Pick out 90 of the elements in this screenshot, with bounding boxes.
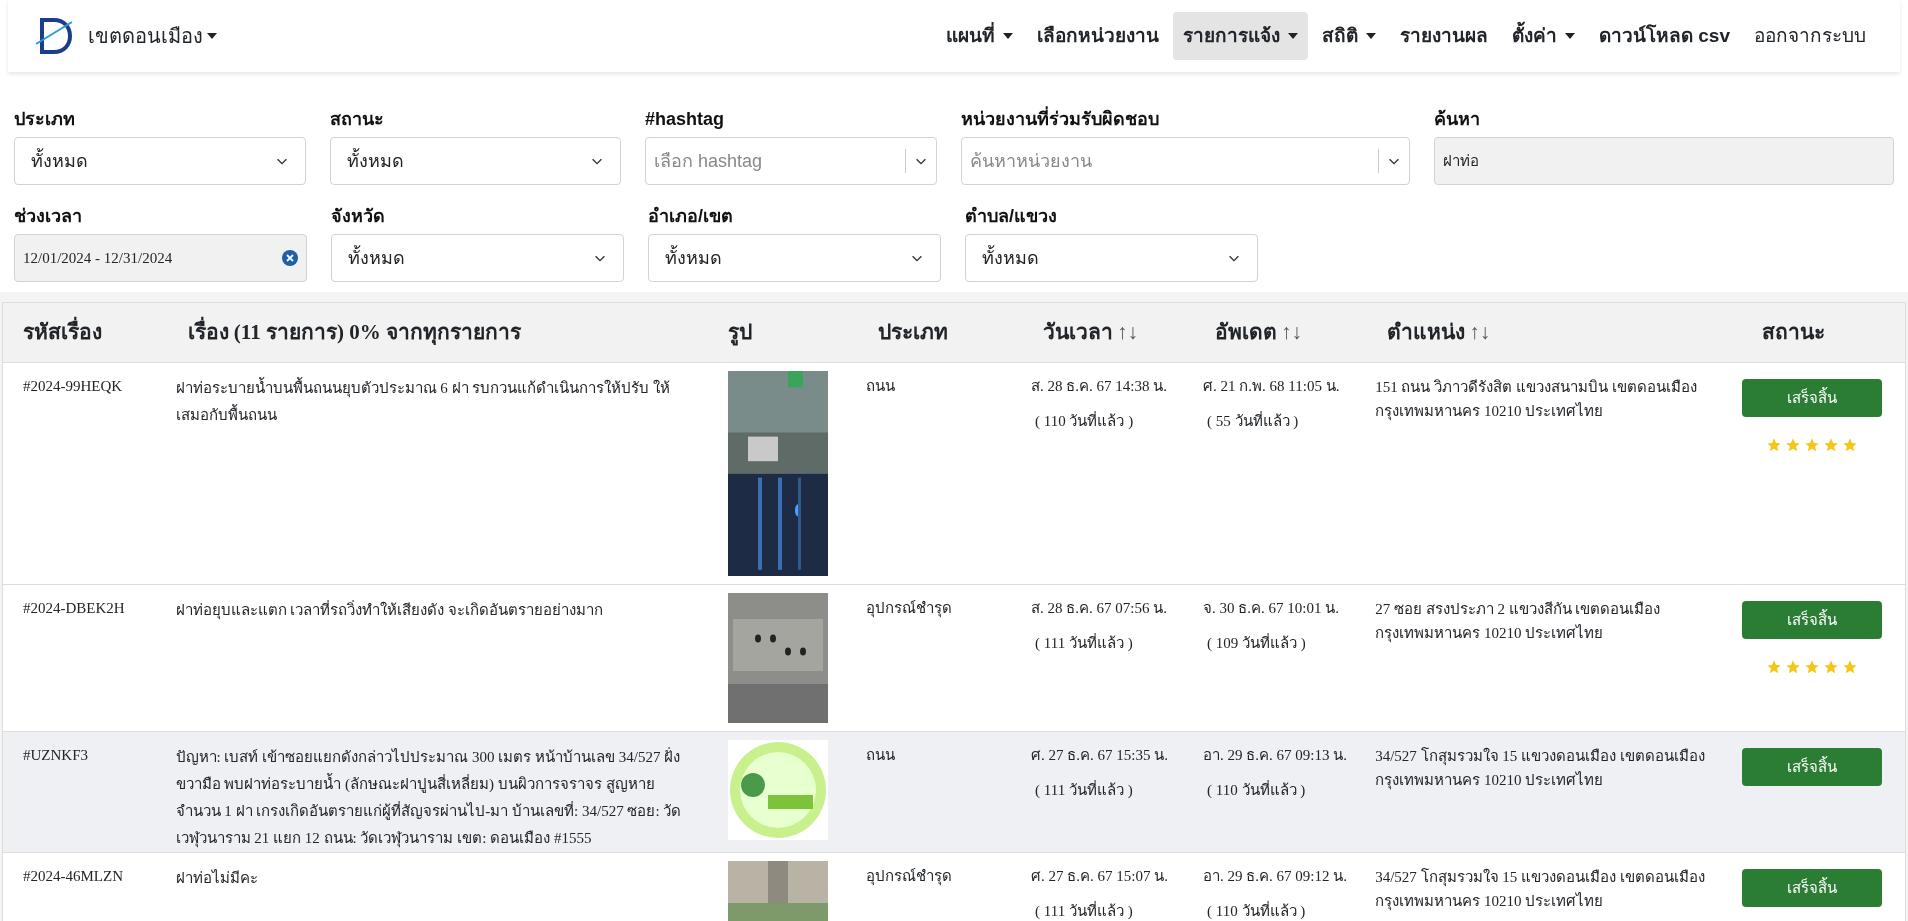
status-button[interactable]: เสร็จสิ้น	[1742, 869, 1883, 907]
star-icon	[1842, 437, 1859, 453]
brand-dropdown[interactable]: เขตดอนเมือง	[88, 21, 217, 51]
clear-icon[interactable]	[282, 250, 298, 266]
nav-item[interactable]: แผนที่	[936, 12, 1023, 60]
column-header[interactable]: ตำแหน่ง ↑↓	[1387, 316, 1491, 349]
report-type: อุปกรณ์ชำรุด	[865, 868, 952, 884]
star-icon	[1766, 437, 1783, 453]
filter-label: ช่วงเวลา	[14, 205, 83, 228]
star-icon	[1842, 659, 1859, 675]
report-id: #2024-DBEK2H	[23, 600, 125, 616]
report-id: #2024-99HEQK	[23, 378, 123, 394]
sort-icon[interactable]: ↑↓	[1469, 316, 1491, 349]
location-text: 27 ซอย สรงประภา 2 แขวงสีกัน เขตดอนเมือง กรุงเทพมหานคร 10210 ประเทศไทย	[1375, 601, 1661, 641]
filter-label: ประเภท	[14, 108, 76, 131]
star-icon	[1766, 659, 1783, 675]
sort-icon[interactable]: ↑↓	[1117, 316, 1138, 349]
elapsed-text: ( 111 วันที่แล้ว )	[1035, 632, 1134, 653]
combo-field[interactable]: เลือก hashtag	[645, 137, 937, 185]
report-type: ถนน	[865, 378, 895, 394]
report-title: ปัญหา: เบสท์ เข้าซอยแยกดังกล่าวไปประมาณ 300 เมตร หน้าบ้านเลข 34/527 ฝั่งขวามือ พบฝาท่อระบายน้ำ (ลักษณะฝาปูนสี่เหลี่ยม) บนผิวการจราจร สูญหาย จำนวน 1 ฝา เกรงเกิดอันตรายแก่ผู้ที่สัญจรผ่านไป-มา บ้านเลขที่: 34/527 ซอย: วัดเวฬุวนาราม 21 แยก 12 ถนน: วัดเวฬุวนาราม เขต: ดอนเมือง #1555	[175, 749, 682, 846]
select-field[interactable]: ทั้งหมด	[965, 234, 1258, 282]
report-type: อุปกรณ์ชำรุด	[865, 600, 952, 616]
updated-date: จ. 30 ธ.ค. 67 10:01 น.	[1203, 599, 1340, 618]
nav-item[interactable]: ออกจากระบบ	[1744, 12, 1876, 60]
filter-label: สถานะ	[329, 108, 385, 131]
filter-label: ตำบล/แขวง	[965, 205, 1058, 228]
column-header: รูป	[727, 318, 752, 348]
nav-item[interactable]: ตั้งค่า	[1502, 12, 1585, 60]
location-text: 151 ถนน วิภาวดีรังสิต แขวงสนามบิน เขตดอนเมือง กรุงเทพมหานคร 10210 ประเทศไทย	[1375, 379, 1697, 419]
star-icon	[1785, 659, 1802, 675]
column-header: สถานะ	[1762, 318, 1826, 346]
nav-item[interactable]: ดาวน์โหลด csv	[1589, 12, 1740, 60]
filter-label: หน่วยงานที่ร่วมรับผิดชอบ	[960, 106, 1411, 133]
elapsed-text: ( 55 วันที่แล้ว )	[1207, 410, 1300, 431]
caret-icon	[207, 33, 217, 39]
report-date: ศ. 27 ธ.ค. 67 15:35 น.	[1031, 746, 1169, 765]
star-icon	[1804, 659, 1821, 675]
table-row[interactable]	[2, 362, 1906, 585]
report-title: ฝาท่อไม่มีคะ	[175, 870, 258, 886]
search-field[interactable]: ฝาท่อ	[1434, 137, 1894, 185]
report-title: ฝาท่อยุบและแตก เวลาที่รถวิ่งทำให้เสียงดัง จะเกิดอันตรายอย่างมาก	[175, 602, 604, 618]
column-header: เรื่อง (11 รายการ) 0% จากทุกรายการ	[187, 316, 521, 349]
star-icon	[1804, 437, 1821, 453]
combo-field[interactable]: ค้นหาหน่วยงาน	[960, 137, 1411, 185]
report-id: #UZNKF3	[23, 747, 88, 763]
star-icon	[1785, 437, 1802, 453]
updated-date: ศ. 21 ก.พ. 68 11:05 น.	[1203, 377, 1341, 396]
filter-label: #hashtag	[645, 108, 726, 131]
select-field[interactable]: ทั้งหมด	[648, 234, 941, 282]
column-header: รหัสเรื่อง	[23, 316, 102, 349]
elapsed-text: ( 111 วันที่แล้ว )	[1035, 900, 1134, 921]
elapsed-text: ( 110 วันที่แล้ว )	[1035, 410, 1135, 431]
report-date: ศ. 27 ธ.ค. 67 15:07 น.	[1031, 867, 1169, 886]
nav-item[interactable]: สถิติ	[1312, 12, 1386, 60]
report-id: #2024-46MLZN	[23, 868, 123, 884]
location-text: 34/527 โกสุมรวมใจ 15 แขวงดอนเมือง เขตดอนเมือง กรุงเทพมหานคร 10210 ประเทศไทย	[1375, 869, 1705, 909]
caret-icon	[1366, 33, 1376, 39]
column-header[interactable]: อัพเดต ↑↓	[1215, 316, 1303, 349]
nav-item[interactable]: รายการแจ้ง	[1173, 12, 1308, 60]
location-text: 34/527 โกสุมรวมใจ 15 แขวงดอนเมือง เขตดอนเมือง กรุงเทพมหานคร 10210 ประเทศไทย	[1375, 748, 1705, 788]
updated-date: อา. 29 ธ.ค. 67 09:13 น.	[1203, 746, 1348, 765]
date-range-field[interactable]: 12/01/2024 - 12/31/2024	[14, 234, 307, 282]
select-field[interactable]: ทั้งหมด	[329, 137, 622, 185]
status-button[interactable]: เสร็จสิ้น	[1742, 379, 1883, 417]
status-button[interactable]: เสร็จสิ้น	[1742, 748, 1883, 786]
nav-item[interactable]: รายงานผล	[1390, 12, 1498, 60]
status-button[interactable]: เสร็จสิ้น	[1742, 601, 1883, 639]
sort-icon[interactable]: ↑↓	[1281, 316, 1303, 349]
column-header[interactable]: วันเวลา ↑↓	[1043, 316, 1138, 349]
elapsed-text: ( 109 วันที่แล้ว )	[1207, 632, 1307, 653]
report-date: ส. 28 ธ.ค. 67 14:38 น.	[1031, 377, 1168, 396]
star-icon	[1823, 659, 1840, 675]
caret-icon	[1003, 33, 1013, 39]
report-date: ส. 28 ธ.ค. 67 07:56 น.	[1031, 599, 1168, 618]
report-type: ถนน	[865, 747, 895, 763]
updated-date: อา. 29 ธ.ค. 67 09:12 น.	[1203, 867, 1348, 886]
column-header: ประเภท	[877, 318, 948, 346]
elapsed-text: ( 111 วันที่แล้ว )	[1035, 779, 1134, 800]
caret-icon	[1288, 33, 1298, 39]
nav-item[interactable]: เลือกหน่วยงาน	[1027, 12, 1169, 60]
filter-label: อำเภอ/เขต	[648, 205, 734, 228]
caret-icon	[1565, 33, 1575, 39]
select-field[interactable]: ทั้งหมด	[331, 234, 624, 282]
star-icon	[1823, 437, 1840, 453]
elapsed-text: ( 110 วันที่แล้ว )	[1207, 779, 1307, 800]
select-field[interactable]: ทั้งหมด	[14, 137, 306, 185]
filter-label: ค้นหา	[1434, 108, 1482, 131]
filter-label: จังหวัด	[331, 205, 386, 228]
elapsed-text: ( 110 วันที่แล้ว )	[1207, 900, 1307, 921]
